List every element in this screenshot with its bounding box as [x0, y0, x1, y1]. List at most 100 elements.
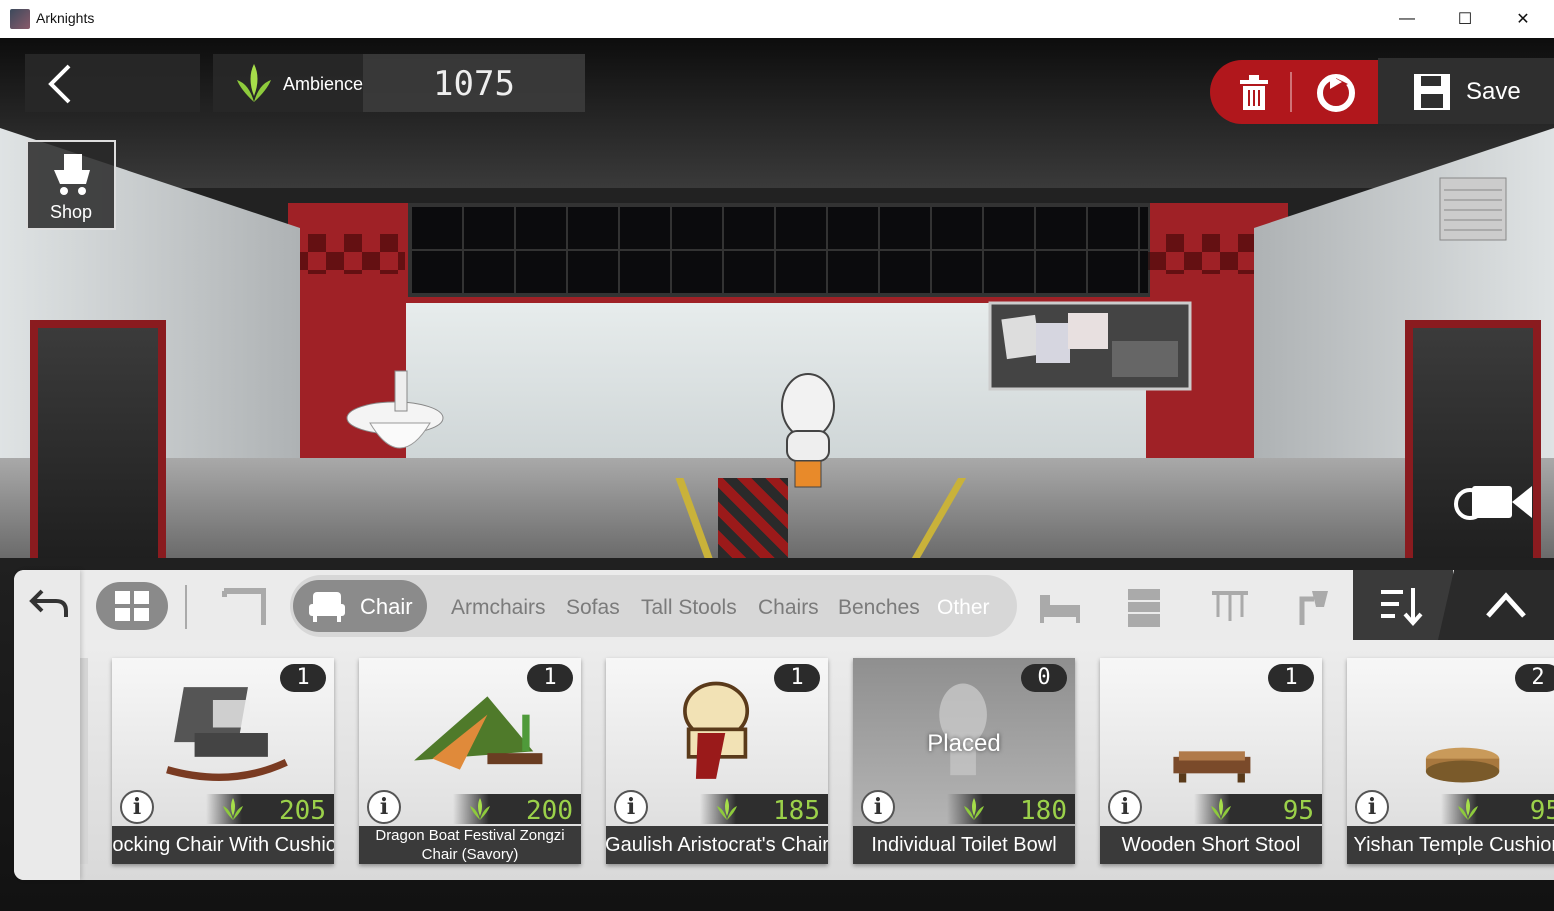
ambience-value: 1075: [433, 64, 515, 104]
ambience-value-panel: 1075: [363, 54, 585, 112]
item-count: 1: [280, 664, 326, 692]
furniture-card[interactable]: 1 i 200 Dragon Boat Festival Zongzi Chair (…: [359, 658, 581, 864]
grid-icon: [115, 591, 149, 621]
camera-rotate-button[interactable]: [1448, 478, 1532, 526]
leaf-icon: [964, 798, 984, 820]
ambience-value: 200: [526, 796, 573, 826]
back-button[interactable]: [25, 54, 200, 112]
leaf-icon: [1458, 798, 1478, 820]
furniture-name: Dragon Boat Festival Zongzi Chair (Savor…: [359, 826, 581, 864]
placed-label: Placed: [927, 730, 1001, 757]
bed-category-icon[interactable]: [1038, 585, 1082, 629]
shop-button[interactable]: Shop: [26, 140, 116, 230]
info-icon[interactable]: i: [614, 790, 648, 824]
leaf-icon: [237, 64, 271, 102]
item-count: 1: [527, 664, 573, 692]
tab-chair[interactable]: Chair: [293, 580, 427, 632]
minimize-icon: —: [1399, 10, 1415, 27]
chevron-up-icon: [1486, 592, 1526, 618]
close-button[interactable]: ✕: [1494, 0, 1552, 38]
leaf-icon: [717, 798, 737, 820]
save-label: Save: [1466, 78, 1521, 105]
subtab-tall-stools[interactable]: Tall Stools: [641, 596, 737, 620]
divider: [185, 585, 187, 629]
item-count: 1: [774, 664, 820, 692]
item-count: 0: [1021, 664, 1067, 692]
shopping-cart-icon: [54, 154, 90, 195]
chevron-left-icon: [48, 64, 71, 104]
leaf-icon: [223, 798, 243, 820]
furniture-card[interactable]: 1 i 205Rocking Chair With Cushion: [112, 658, 334, 864]
ambience-label: Ambience: [283, 74, 364, 94]
ambience-value: 205: [279, 796, 326, 826]
maximize-icon: ☐: [1457, 11, 1473, 28]
save-button[interactable]: Save: [1378, 58, 1554, 124]
furniture-card[interactable]: 0 Placed i 180 Individual Toilet Bowl: [853, 658, 1075, 864]
leaf-icon: [1211, 798, 1231, 820]
all-categories-button[interactable]: [96, 582, 168, 630]
sink-furniture[interactable]: [340, 363, 455, 468]
furniture-name: Gaulish Aristocrat's Chair: [606, 826, 828, 864]
maximize-button[interactable]: ☐: [1436, 0, 1494, 38]
ambience-value: 180: [1020, 796, 1067, 826]
divider: [1290, 72, 1292, 112]
window-title-bar: Arknights — ☐ ✕: [0, 0, 1554, 39]
partial-card[interactable]: [80, 658, 88, 864]
furniture-name: Wooden Short Stool: [1100, 826, 1322, 864]
wall-checker-pattern: [1148, 234, 1263, 274]
furniture-card[interactable]: 2 i 95 Yishan Temple Cushion: [1347, 658, 1554, 864]
reset-icon[interactable]: [1314, 72, 1358, 114]
collapse-drawer-button[interactable]: [1438, 570, 1554, 640]
furniture-name: Yishan Temple Cushion: [1347, 826, 1554, 864]
info-icon[interactable]: i: [1108, 790, 1142, 824]
furniture-card-list: 1 i 205Rocking Chair With Cushion 1 i 200Drag…: [80, 640, 1554, 880]
cabinet-category-icon[interactable]: [1122, 585, 1166, 629]
ambience-panel: Ambience: [213, 54, 363, 112]
subtab-armchairs[interactable]: Armchairs: [451, 596, 546, 620]
subtab-sofas[interactable]: Sofas: [566, 596, 620, 620]
wall-checker-pattern: [290, 234, 405, 274]
table-category-icon[interactable]: [222, 585, 266, 629]
toilet-furniture[interactable]: [775, 371, 841, 491]
info-icon[interactable]: i: [367, 790, 401, 824]
ambience-value: 95: [1529, 796, 1554, 826]
floppy-disk-icon: [1414, 74, 1450, 110]
furniture-thumbnail: [1173, 751, 1251, 783]
close-icon: ✕: [1516, 11, 1530, 28]
furniture-thumbnail: [683, 681, 750, 779]
furniture-card[interactable]: 1 i 95 Wooden Short Stool: [1100, 658, 1322, 864]
info-icon[interactable]: i: [861, 790, 895, 824]
item-count: 2: [1515, 664, 1554, 692]
tab-chair-label: Chair: [360, 594, 413, 619]
info-icon[interactable]: i: [120, 790, 154, 824]
ambience-value: 185: [773, 796, 820, 826]
furniture-thumbnail: [166, 687, 288, 781]
item-count: 1: [1268, 664, 1314, 692]
undo-icon: [29, 589, 68, 617]
undo-button[interactable]: [22, 580, 74, 626]
photo-board-furniture[interactable]: [988, 301, 1192, 391]
chandelier-category-icon[interactable]: [1208, 585, 1252, 629]
info-icon[interactable]: i: [1355, 790, 1389, 824]
window-title: Arknights: [36, 10, 95, 26]
sort-icon: [1381, 588, 1423, 626]
furniture-thumbnail: [414, 696, 543, 770]
furniture-thumbnail: [1425, 747, 1500, 783]
leaf-icon: [470, 798, 490, 820]
sort-button[interactable]: [1353, 570, 1453, 640]
night-window: [408, 203, 1150, 297]
subtab-benches[interactable]: Benches: [838, 596, 920, 620]
lamp-category-icon[interactable]: [1292, 585, 1336, 629]
furniture-card[interactable]: 1 i 185 Gaulish Aristocrat's Chair: [606, 658, 828, 864]
furniture-name: Rocking Chair With Cushion: [112, 826, 334, 864]
furniture-name: Individual Toilet Bowl: [853, 826, 1075, 864]
minimize-button[interactable]: —: [1378, 0, 1436, 38]
subtab-other[interactable]: Other: [937, 596, 990, 620]
ambience-value: 95: [1282, 796, 1314, 826]
left-door: [30, 320, 166, 558]
trash-icon[interactable]: [1236, 74, 1272, 112]
subtab-chairs[interactable]: Chairs: [758, 596, 819, 620]
chair-icon: [309, 592, 345, 622]
shop-label: Shop: [49, 202, 93, 222]
app-icon: [10, 9, 30, 29]
